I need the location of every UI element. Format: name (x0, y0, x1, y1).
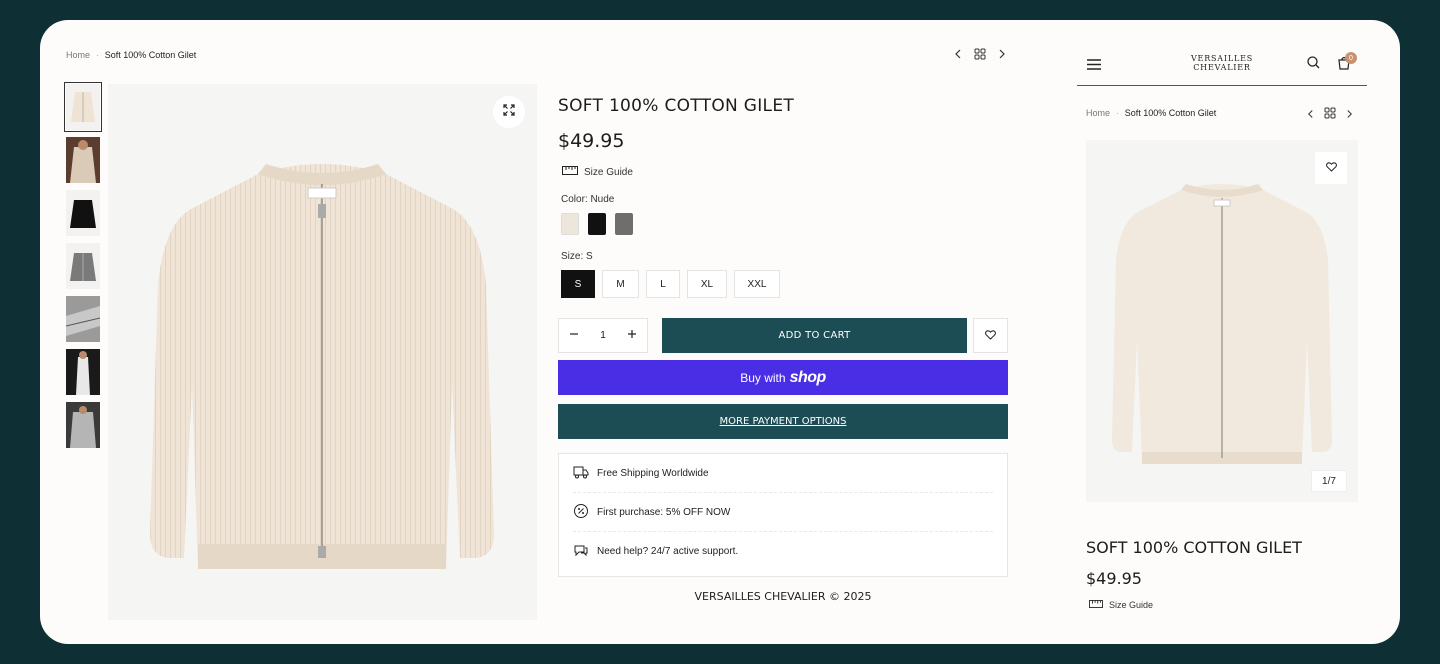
size-option-s[interactable]: S (561, 270, 595, 298)
shop-pay-logo: shop (789, 368, 827, 386)
breadcrumb-separator: · (1116, 108, 1119, 118)
thumbnail-6[interactable] (66, 349, 100, 395)
cardigan-illustration (1112, 184, 1332, 464)
mobile-size-guide-link[interactable]: Size Guide (1089, 600, 1153, 610)
perk-text: Need help? 24/7 active support. (597, 546, 739, 557)
wishlist-button[interactable] (973, 318, 1008, 353)
previous-product-icon[interactable] (1307, 106, 1314, 124)
mobile-breadcrumb: Home · Soft 100% Cotton Gilet (1086, 108, 1216, 118)
breadcrumb-separator: · (96, 50, 99, 60)
breadcrumb: Home · Soft 100% Cotton Gilet (66, 50, 196, 60)
size-guide-link[interactable]: Size Guide (562, 166, 1008, 178)
thumbnail-1[interactable] (64, 82, 102, 132)
buy-with-shop-button[interactable]: Buy with shop (558, 360, 1008, 395)
size-option-m[interactable]: M (602, 270, 639, 298)
image-counter: 1/7 (1311, 470, 1347, 492)
grid-icon[interactable] (1324, 106, 1336, 124)
color-swatch-nude[interactable] (561, 213, 579, 235)
brand-logo[interactable]: VERSAILLES CHEVALIER (1172, 54, 1272, 72)
size-options: S M L XL XXL (561, 270, 1008, 298)
product-info: SOFT 100% COTTON GILET $49.95 Size Guide… (558, 96, 1008, 298)
perk-item: First purchase: 5% OFF NOW (573, 493, 993, 532)
quantity-value[interactable]: 1 (600, 330, 606, 341)
perk-item: Free Shipping Worldwide (573, 454, 993, 493)
quantity-stepper: 1 (558, 318, 648, 353)
footer-copyright: VERSAILLES CHEVALIER © 2025 (694, 590, 872, 603)
thumbnail-4[interactable] (66, 243, 100, 289)
support-chat-icon (573, 543, 589, 560)
size-guide-label: Size Guide (584, 166, 633, 178)
size-label: Size: S (561, 251, 593, 262)
next-product-icon[interactable] (1346, 106, 1353, 124)
add-to-cart-button[interactable]: ADD TO CART (662, 318, 967, 353)
size-option-l[interactable]: L (646, 270, 680, 298)
product-title: SOFT 100% COTTON GILET (558, 96, 795, 116)
heart-icon (985, 327, 996, 345)
zoom-button[interactable] (493, 96, 525, 128)
mobile-header: VERSAILLES CHEVALIER 0 (1077, 42, 1367, 86)
thumbnail-3[interactable] (66, 190, 100, 236)
ruler-icon (562, 166, 578, 178)
color-swatch-black[interactable] (588, 213, 606, 235)
breadcrumb-home-link[interactable]: Home (1086, 108, 1110, 118)
expand-icon (503, 103, 515, 121)
cardigan-illustration (150, 164, 494, 569)
discount-badge-icon (573, 503, 589, 522)
more-payment-options-link[interactable]: MORE PAYMENT OPTIONS (558, 404, 1008, 439)
cart-count-badge: 0 (1345, 52, 1357, 64)
breadcrumb-current: Soft 100% Cotton Gilet (1124, 108, 1217, 118)
color-label: Color: Nude (561, 194, 615, 205)
thumbnail-5[interactable] (66, 296, 100, 342)
thumbnail-7[interactable] (66, 402, 100, 448)
logo-line-1: VERSAILLES (1190, 54, 1253, 63)
mobile-product-image[interactable]: 1/7 (1086, 140, 1358, 502)
logo-line-2: CHEVALIER (1193, 63, 1251, 72)
product-main-image[interactable] (108, 84, 537, 620)
mobile-preview: VERSAILLES CHEVALIER 0 Home · Soft 100% … (1077, 20, 1367, 644)
size-option-xl[interactable]: XL (687, 270, 727, 298)
plus-icon[interactable] (627, 329, 637, 342)
color-swatch-grey[interactable] (615, 213, 633, 235)
perk-text: Free Shipping Worldwide (597, 467, 709, 479)
product-navigation (954, 48, 1006, 60)
perk-text: First purchase: 5% OFF NOW (597, 506, 731, 518)
mobile-product-navigation (1307, 106, 1353, 124)
mobile-product-price: $49.95 (1086, 569, 1142, 588)
grid-icon[interactable] (974, 48, 986, 60)
breadcrumb-current: Soft 100% Cotton Gilet (104, 50, 197, 60)
previous-product-icon[interactable] (954, 49, 962, 59)
heart-icon (1325, 159, 1337, 177)
size-guide-label: Size Guide (1109, 600, 1154, 610)
mobile-wishlist-button[interactable] (1315, 152, 1347, 184)
add-to-cart-row: 1 ADD TO CART (558, 318, 1008, 353)
next-product-icon[interactable] (998, 49, 1006, 59)
color-swatches (561, 213, 1008, 235)
mobile-product-title: SOFT 100% COTTON GILET (1086, 538, 1302, 557)
minus-icon[interactable] (569, 329, 579, 342)
hamburger-menu-icon[interactable] (1087, 57, 1101, 75)
perks-box: Free Shipping Worldwide First purchase: … (558, 453, 1008, 577)
buy-with-label: Buy with (740, 370, 786, 385)
perk-item: Need help? 24/7 active support. (573, 532, 993, 571)
ruler-icon (1089, 600, 1103, 610)
truck-icon (573, 465, 589, 482)
page-frame: Home · Soft 100% Cotton Gilet SOFT 100% … (40, 20, 1400, 644)
size-option-xxl[interactable]: XXL (734, 270, 780, 298)
thumbnail-list (64, 82, 102, 455)
search-icon[interactable] (1307, 56, 1320, 74)
product-price: $49.95 (558, 130, 625, 152)
breadcrumb-home-link[interactable]: Home (66, 50, 90, 60)
thumbnail-2[interactable] (66, 137, 100, 183)
